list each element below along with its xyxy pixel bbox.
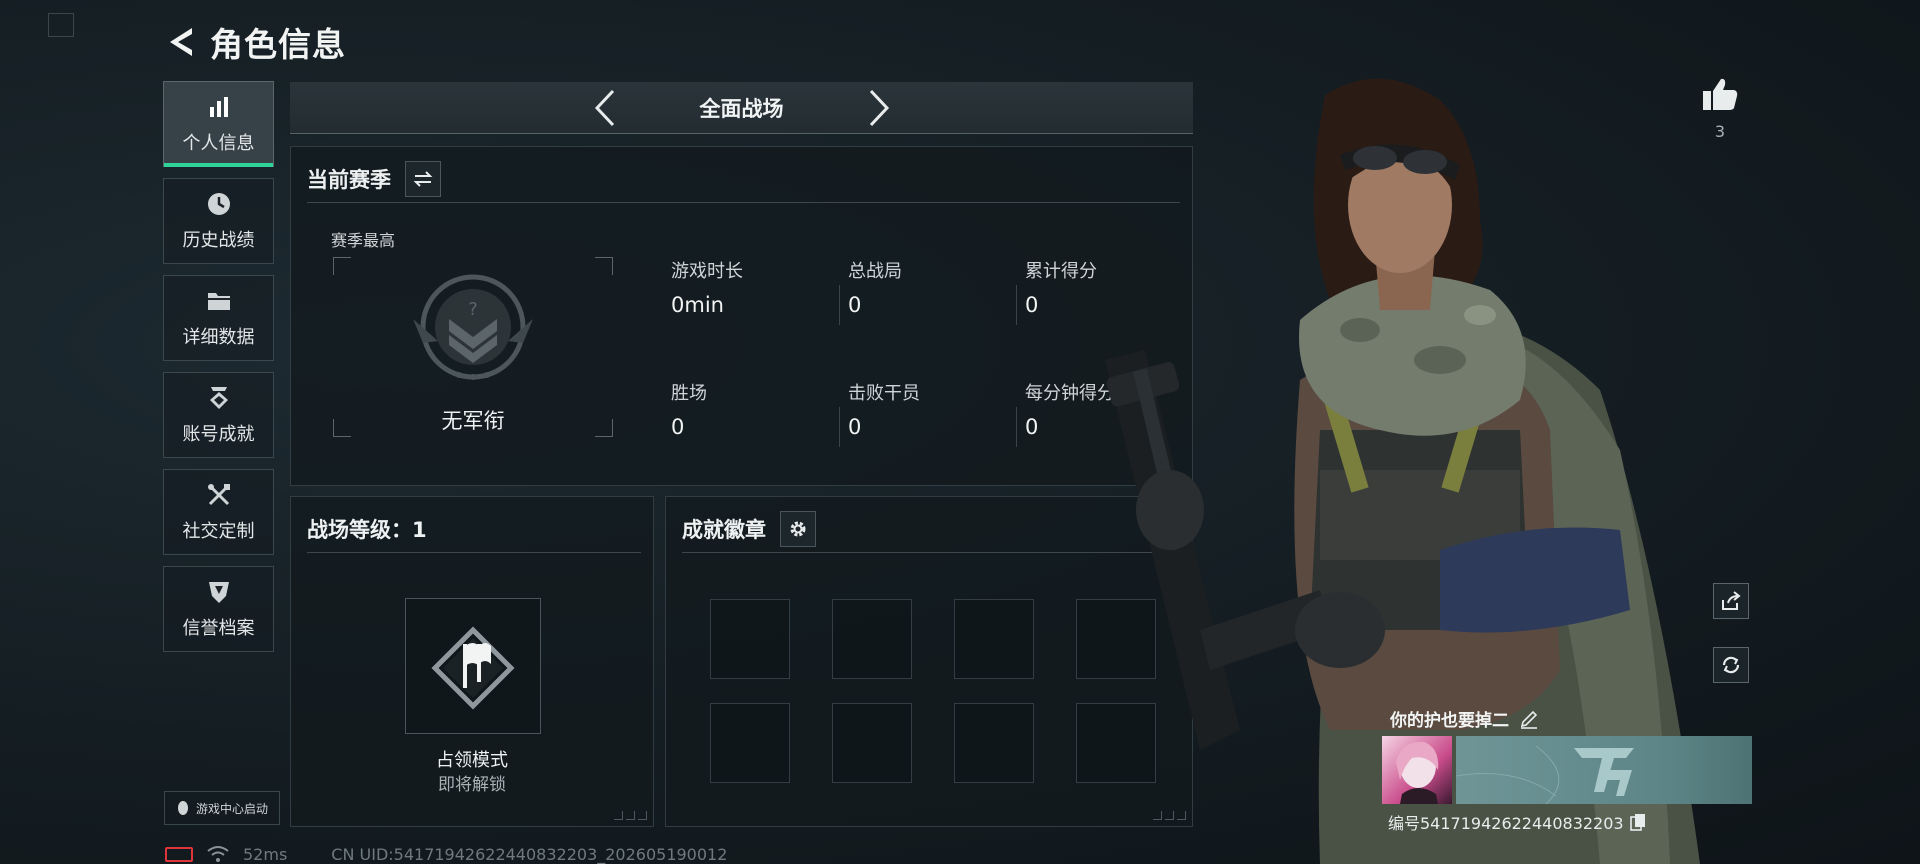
badge-slot[interactable] xyxy=(710,599,790,679)
level-title: 战场等级：1 xyxy=(307,517,427,542)
prev-mode-button[interactable] xyxy=(590,88,620,128)
mode-selector: 全面战场 xyxy=(290,82,1193,134)
mode-name: 占领模式 xyxy=(436,750,508,771)
tools-icon xyxy=(207,484,230,506)
stat-value: 0 xyxy=(671,415,685,439)
season-title: 当前赛季 xyxy=(307,167,391,192)
avatar-portrait-icon xyxy=(1396,741,1439,804)
rank-display: ? 无军衔 xyxy=(333,257,613,437)
refresh-icon xyxy=(1722,656,1740,674)
switch-season-button[interactable] xyxy=(405,160,441,197)
stat-label: 总战局 xyxy=(848,261,902,282)
corner-decoration xyxy=(614,811,647,820)
stat-total-matches: 总战局 0 xyxy=(848,257,1018,317)
chevron-left-icon xyxy=(594,89,614,126)
thumbs-up-icon xyxy=(1703,78,1738,110)
stat-divider xyxy=(839,407,840,447)
page-title: 角色信息 xyxy=(210,25,346,64)
season-panel-header: 当前赛季 xyxy=(307,155,1180,203)
next-mode-button[interactable] xyxy=(864,88,894,128)
stat-value: 0 xyxy=(848,415,862,439)
like-button[interactable]: 3 xyxy=(1700,76,1740,141)
sidebar-item-credit[interactable]: 信誉档案 xyxy=(163,566,274,652)
avatar[interactable] xyxy=(1382,736,1452,804)
copy-icon[interactable] xyxy=(1629,813,1646,831)
stat-label: 游戏时长 xyxy=(671,261,743,282)
sidebar-item-label: 历史战绩 xyxy=(182,230,255,251)
team-logo-icon xyxy=(1455,745,1634,805)
like-count: 3 xyxy=(1714,122,1726,141)
page-header: 角色信息 xyxy=(166,20,346,64)
sidebar-item-label: 详细数据 xyxy=(182,327,255,348)
battery-icon xyxy=(165,846,193,862)
season-panel: 当前赛季 赛季最高 ? 无军衔 游戏时长 0min 总战局 0 累计得分 0 胜… xyxy=(290,146,1193,486)
rank-caption: 赛季最高 xyxy=(331,231,396,250)
player-name-row: 你的护也要掉二 xyxy=(1390,706,1539,731)
badge-title: 成就徽章 xyxy=(682,517,766,542)
bar-chart-icon xyxy=(209,97,228,117)
share-icon xyxy=(1722,591,1741,610)
rank-name: 无军衔 xyxy=(441,409,505,433)
share-button[interactable] xyxy=(1713,583,1749,619)
svg-text:?: ? xyxy=(468,299,478,320)
stat-divider xyxy=(839,285,840,325)
sidebar-item-label: 社交定制 xyxy=(182,521,255,542)
player-banner xyxy=(1455,736,1752,805)
sidebar-item-detailed-data[interactable]: 详细数据 xyxy=(163,275,274,361)
sidebar-item-label: 信誉档案 xyxy=(182,618,255,639)
rotate-button[interactable] xyxy=(1713,647,1749,683)
flag-diamond-icon xyxy=(431,626,515,710)
rank-emblem-icon: ? xyxy=(413,274,533,380)
mode-unlock-status: 即将解锁 xyxy=(438,775,506,795)
ping-value: 52ms xyxy=(243,844,288,864)
battlefield-level-panel: 战场等级：1 占领模式 即将解锁 xyxy=(290,496,654,827)
uid-text: CN UID:54171942622440832203_202605190012 xyxy=(331,844,728,864)
badge-slot[interactable] xyxy=(954,703,1034,783)
corner-frame xyxy=(48,13,74,37)
badge-settings-button[interactable] xyxy=(780,510,816,547)
player-id: 编号54171942622440832203 xyxy=(1388,814,1624,833)
stat-label: 胜场 xyxy=(671,383,707,404)
status-bar: 52ms CN UID:54171942622440832203_2026051… xyxy=(165,844,727,864)
stat-divider xyxy=(1016,285,1017,325)
player-id-row: 编号54171942622440832203 xyxy=(1388,810,1646,834)
stat-play-time: 游戏时长 0min xyxy=(671,257,841,317)
wifi-icon xyxy=(207,846,229,862)
sidebar-item-label: 个人信息 xyxy=(182,133,255,154)
sidebar-item-history[interactable]: 历史战绩 xyxy=(163,178,274,264)
edit-pencil-icon[interactable] xyxy=(1519,709,1539,729)
badge-slot[interactable] xyxy=(954,599,1034,679)
achievement-icon xyxy=(209,387,228,409)
sidebar-item-label: 账号成就 xyxy=(182,424,255,445)
badge-slot[interactable] xyxy=(710,703,790,783)
sidebar: 个人信息 历史战绩 详细数据 账号成就 社交定制 信誉档案 xyxy=(163,81,274,663)
shield-icon xyxy=(208,582,229,603)
mode-card[interactable] xyxy=(405,598,541,734)
stat-wins: 胜场 0 xyxy=(671,379,841,439)
game-center-launch-button[interactable]: 游戏中心启动 xyxy=(164,791,280,825)
back-arrow-icon[interactable] xyxy=(166,25,196,59)
penguin-icon xyxy=(177,801,188,815)
level-panel-header: 战场等级：1 xyxy=(307,505,641,553)
player-name: 你的护也要掉二 xyxy=(1390,711,1509,731)
stat-value: 0min xyxy=(671,293,724,317)
mode-title: 全面战场 xyxy=(699,96,784,121)
stat-divider xyxy=(1016,407,1017,447)
clock-icon xyxy=(207,193,230,215)
sidebar-item-achievements[interactable]: 账号成就 xyxy=(163,372,274,458)
gear-icon xyxy=(790,521,806,536)
stat-kills: 击败干员 0 xyxy=(848,379,1018,439)
badge-slot[interactable] xyxy=(832,703,912,783)
stat-label: 击败干员 xyxy=(848,383,920,404)
chevron-right-icon xyxy=(869,89,889,126)
swap-icon xyxy=(413,170,433,187)
launch-label: 游戏中心启动 xyxy=(195,801,268,816)
folder-icon xyxy=(207,293,230,310)
sidebar-item-social[interactable]: 社交定制 xyxy=(163,469,274,555)
stat-value: 0 xyxy=(848,293,862,317)
sidebar-item-personal-info[interactable]: 个人信息 xyxy=(163,81,274,167)
badge-slot[interactable] xyxy=(832,599,912,679)
